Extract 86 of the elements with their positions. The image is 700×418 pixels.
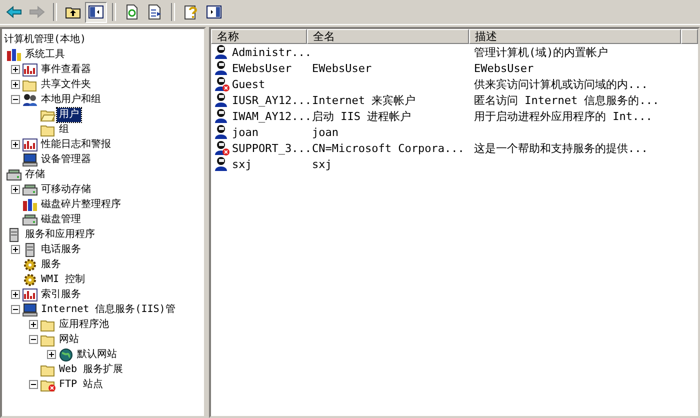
folder-icon xyxy=(22,78,38,92)
expand-icon[interactable] xyxy=(10,245,20,254)
tree-button[interactable] xyxy=(85,2,107,22)
tree-item[interactable]: 可移动存储 xyxy=(39,182,93,196)
tree-item[interactable]: Internet 信息服务(IIS)管 xyxy=(39,302,178,316)
disk-icon xyxy=(6,168,22,182)
list-export-icon xyxy=(147,4,163,20)
full-name: sxj xyxy=(312,158,332,170)
users-icon xyxy=(22,92,38,106)
expand-icon[interactable] xyxy=(46,350,56,359)
tree-item[interactable]: WMI 控制 xyxy=(39,272,88,286)
column-header[interactable]: 名称 xyxy=(211,29,307,44)
tree-item[interactable]: 索引服务 xyxy=(39,288,83,302)
collapse-icon[interactable] xyxy=(28,335,38,344)
user-name[interactable]: EWebsUser xyxy=(232,62,292,74)
description: 管理计算机(域)的内置帐户 xyxy=(474,44,608,60)
folder-icon xyxy=(40,108,56,122)
folder-icon xyxy=(40,362,56,376)
description: 供来宾访问计算机或访问域的内... xyxy=(474,76,648,92)
chart-icon xyxy=(22,138,38,152)
description: EWebsUser xyxy=(474,62,534,74)
tree-item[interactable]: 应用程序池 xyxy=(57,318,111,332)
expand-icon[interactable] xyxy=(10,80,20,89)
tree-item[interactable]: 默认网站 xyxy=(75,348,119,362)
collapse-icon[interactable] xyxy=(10,305,20,314)
user-name[interactable]: IUSR_AY12... xyxy=(232,94,312,106)
tree-item[interactable]: 服务和应用程序 xyxy=(23,228,97,242)
description: 用于启动进程外应用程序的 Int... xyxy=(474,108,652,124)
computer-icon xyxy=(22,302,38,316)
tree-item[interactable]: 网站 xyxy=(57,332,81,346)
expand-icon[interactable] xyxy=(28,320,38,329)
stopped-folder-icon xyxy=(40,378,56,392)
user-name[interactable]: sxj xyxy=(232,158,252,170)
user-name[interactable]: Administr... xyxy=(232,46,312,58)
folder-icon xyxy=(40,332,56,346)
column-header[interactable]: 描述 xyxy=(469,29,681,44)
tree-item[interactable]: 组 xyxy=(57,122,71,136)
tree-root[interactable]: 计算机管理(本地) xyxy=(2,32,88,46)
tools-icon xyxy=(6,48,22,62)
help-icon xyxy=(183,4,199,20)
tree-item[interactable]: 系统工具 xyxy=(23,48,67,62)
arrow-icon xyxy=(29,4,45,20)
expand-icon[interactable] xyxy=(10,290,20,299)
globe-icon xyxy=(58,348,74,362)
folder-icon xyxy=(40,318,56,332)
tree-item[interactable]: 磁盘管理 xyxy=(39,212,83,226)
tree-item[interactable]: 用户 xyxy=(57,108,81,122)
tree-item[interactable]: FTP 站点 xyxy=(57,378,106,392)
tree-item[interactable]: 本地用户和组 xyxy=(39,92,103,106)
arrow-icon xyxy=(6,4,22,20)
disk-icon xyxy=(22,182,38,196)
chart-icon xyxy=(22,288,38,302)
collapse-icon[interactable] xyxy=(28,380,38,389)
full-name: Internet 来宾帐户 xyxy=(312,92,416,108)
tree-item[interactable]: Web 服务扩展 xyxy=(57,362,126,376)
full-name: CN=Microsoft Corpora... xyxy=(312,142,464,154)
user-name[interactable]: joan xyxy=(232,126,258,138)
full-name: 启动 IIS 进程帐户 xyxy=(312,108,412,124)
tree-item[interactable]: 电话服务 xyxy=(39,242,83,256)
expand-icon[interactable] xyxy=(10,65,20,74)
tree-item[interactable]: 设备管理器 xyxy=(39,152,93,166)
tree-pane-icon xyxy=(88,4,104,20)
tools-icon xyxy=(22,198,38,212)
tree-item[interactable]: 存储 xyxy=(23,168,47,182)
gear-icon xyxy=(22,272,38,286)
chart-icon xyxy=(22,62,38,76)
gear-icon xyxy=(22,258,38,272)
disk-icon xyxy=(22,212,38,226)
full-name: EWebsUser xyxy=(312,62,372,74)
tree-item[interactable]: 服务 xyxy=(39,258,63,272)
tree-item[interactable]: 性能日志和警报 xyxy=(39,138,113,152)
tree-item[interactable]: 磁盘碎片整理程序 xyxy=(39,198,123,212)
user-name[interactable]: IWAM_AY12... xyxy=(232,110,312,122)
description: 匿名访问 Internet 信息服务的... xyxy=(474,92,660,108)
description: 这是一个帮助和支持服务的提供... xyxy=(474,140,648,156)
folder-icon xyxy=(40,122,56,136)
expand-icon[interactable] xyxy=(10,140,20,149)
tree-item[interactable]: 共享文件夹 xyxy=(39,78,93,92)
expand-icon[interactable] xyxy=(10,185,20,194)
panel-icon xyxy=(206,4,222,20)
tree-item[interactable]: 事件查看器 xyxy=(39,62,93,76)
refresh-icon xyxy=(124,4,140,20)
collapse-icon[interactable] xyxy=(10,95,20,104)
full-name: joan xyxy=(312,126,338,138)
computer-icon xyxy=(22,152,38,166)
column-header[interactable]: 全名 xyxy=(307,29,469,44)
